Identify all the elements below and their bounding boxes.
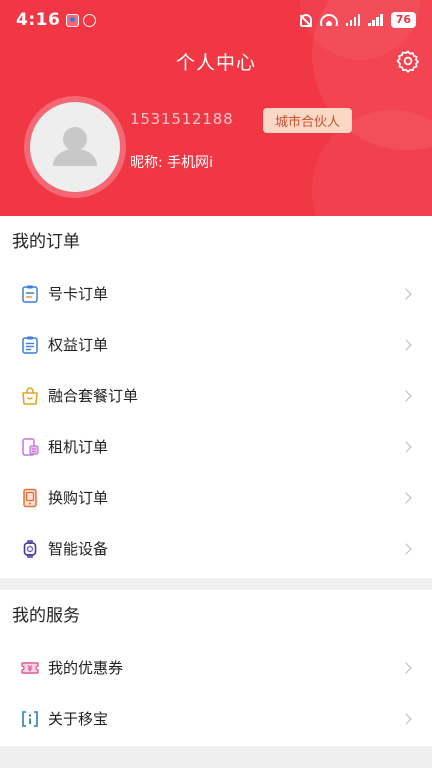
list-item-label: 融合套餐订单 xyxy=(48,387,139,405)
coupon-icon xyxy=(21,661,39,674)
list-item-label: 智能设备 xyxy=(48,540,109,558)
status-time: 4:16 xyxy=(16,10,61,30)
chevron-right-icon xyxy=(400,661,412,674)
chevron-right-icon xyxy=(400,338,412,351)
smartwatch-icon xyxy=(23,539,37,558)
document-list-icon xyxy=(22,336,38,354)
page-title: 个人中心 xyxy=(175,52,256,74)
battery-icon: 76 xyxy=(390,12,416,28)
info-icon xyxy=(22,710,38,727)
mute-icon xyxy=(299,13,312,27)
signal-icon xyxy=(345,14,361,26)
my-coupons-item[interactable]: 我的优惠券 xyxy=(0,642,432,693)
shopping-bag-icon xyxy=(22,386,38,405)
about-yibao-item[interactable]: 关于移宝 xyxy=(0,693,432,744)
orders-section-title: 我的订单 xyxy=(12,232,80,252)
chevron-right-icon xyxy=(400,491,412,504)
list-item-label: 关于移宝 xyxy=(48,710,109,728)
clipboard-icon xyxy=(22,285,38,303)
phone-exchange-icon xyxy=(23,488,37,507)
partner-badge: 城市合伙人 xyxy=(263,108,353,133)
trade-in-orders-item[interactable]: 换购订单 xyxy=(0,472,432,523)
sim-card-orders-item[interactable]: 号卡订单 xyxy=(0,268,432,319)
list-item-label: 我的优惠券 xyxy=(48,659,124,677)
list-item-label: 权益订单 xyxy=(48,336,109,354)
chevron-right-icon xyxy=(400,287,412,300)
avatar[interactable] xyxy=(24,96,126,198)
status-bar: 4:16 76 xyxy=(0,0,432,40)
bundle-package-orders-item[interactable]: 融合套餐订单 xyxy=(0,370,432,421)
chevron-right-icon xyxy=(400,389,412,402)
profile-header: 4:16 76 个人中心 1531512188 城市合伙人 昵称: 手机网i xyxy=(0,0,432,216)
list-item-label: 号卡订单 xyxy=(48,285,109,303)
orders-section: 我的订单 号卡订单 权益订单 融合套餐订单 租机订单 换购订单 智能设备 xyxy=(0,216,432,578)
wifi-icon xyxy=(319,14,338,26)
alarm-icon xyxy=(83,13,97,27)
user-phone-number: 1531512188 xyxy=(130,110,234,128)
phone-rental-orders-item[interactable]: 租机订单 xyxy=(0,421,432,472)
settings-gear-icon[interactable] xyxy=(396,49,420,73)
user-nickname: 昵称: 手机网i xyxy=(130,155,214,171)
list-item-label: 租机订单 xyxy=(48,438,109,456)
chevron-right-icon xyxy=(400,712,412,725)
chevron-right-icon xyxy=(400,440,412,453)
benefit-orders-item[interactable]: 权益订单 xyxy=(0,319,432,370)
phone-rent-icon xyxy=(22,437,39,456)
services-section: 我的服务 我的优惠券 关于移宝 xyxy=(0,590,432,746)
app-notification-icon xyxy=(66,13,80,27)
chevron-right-icon xyxy=(400,542,412,555)
signal-icon xyxy=(368,14,383,26)
list-item-label: 换购订单 xyxy=(48,489,109,507)
services-section-title: 我的服务 xyxy=(12,606,80,626)
smart-devices-item[interactable]: 智能设备 xyxy=(0,523,432,574)
avatar-placeholder-icon xyxy=(30,102,120,192)
